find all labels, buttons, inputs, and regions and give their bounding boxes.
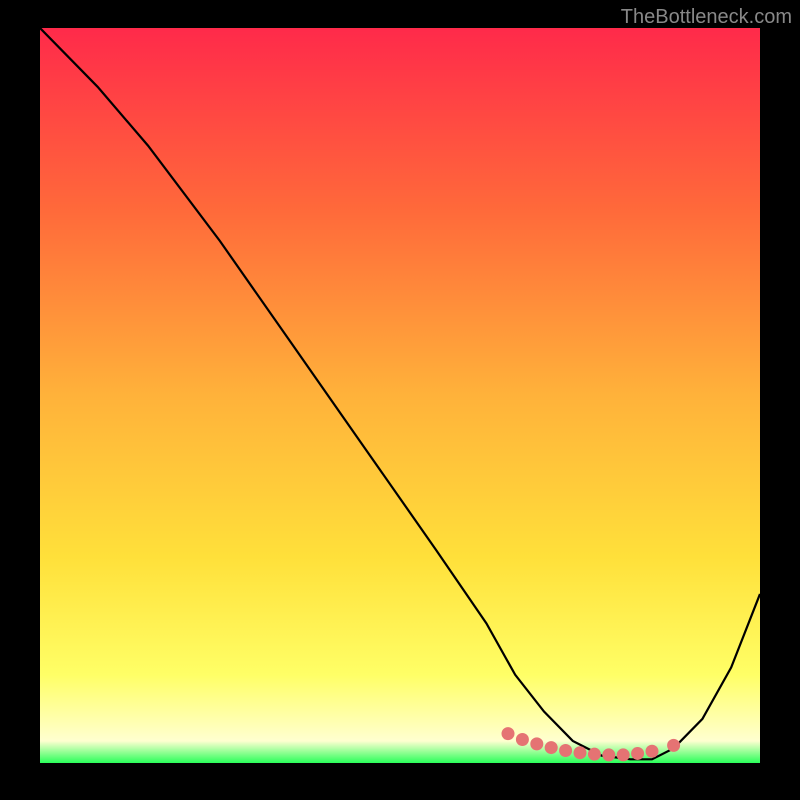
red-dot <box>646 745 659 758</box>
chart-background <box>40 28 760 763</box>
red-dot <box>631 747 644 760</box>
red-dot <box>545 741 558 754</box>
red-dot <box>559 744 572 757</box>
red-dot <box>588 748 601 761</box>
red-dot <box>667 739 680 752</box>
red-dot <box>617 748 630 761</box>
chart-svg <box>40 28 760 763</box>
red-dot <box>516 733 529 746</box>
plot-area <box>40 28 760 763</box>
red-dot <box>502 727 515 740</box>
red-dot <box>602 748 615 761</box>
chart-container: TheBottleneck.com <box>0 0 800 800</box>
watermark-text: TheBottleneck.com <box>621 6 792 29</box>
red-dot <box>574 746 587 759</box>
red-dot <box>530 737 543 750</box>
